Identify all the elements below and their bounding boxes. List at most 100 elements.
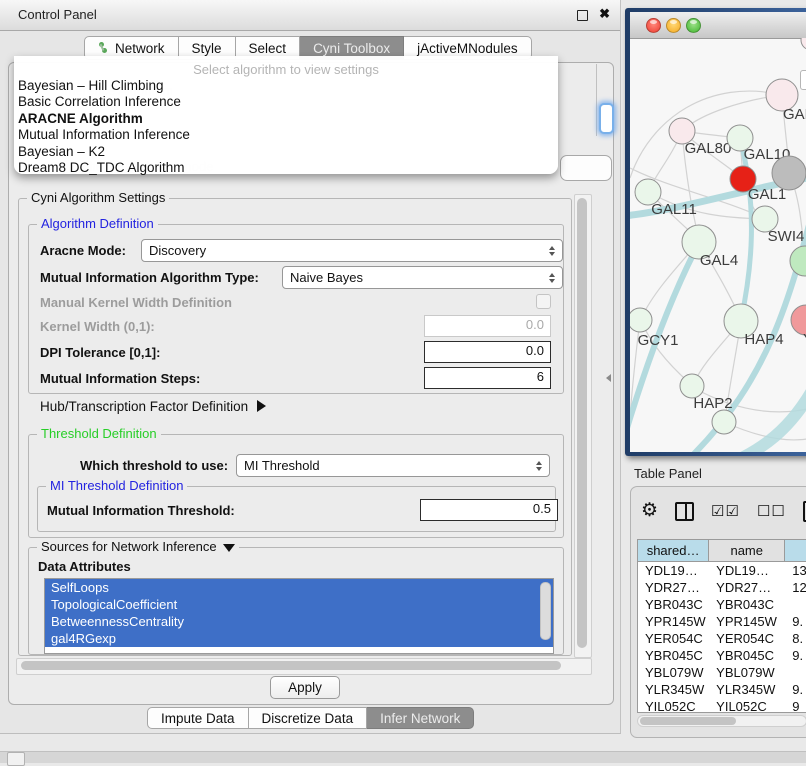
table-header-cell[interactable] <box>785 540 806 561</box>
hub-definition-toggle[interactable]: Hub/Transcription Factor Definition <box>40 399 266 414</box>
mi-type-label: Mutual Information Algorithm Type: <box>40 270 259 285</box>
tab-label: Network <box>115 41 165 56</box>
dpi-tolerance-label: DPI Tolerance [0,1]: <box>40 345 160 360</box>
dropdown-item[interactable]: ARACNE Algorithm <box>18 111 554 127</box>
table-row[interactable]: YBR043CYBR043C <box>638 596 806 613</box>
table-cell: YBL079W <box>638 664 709 681</box>
kernel-width-input[interactable]: 0.0 <box>424 315 551 337</box>
settings-horizontal-scrollbar[interactable] <box>16 658 592 675</box>
bottom-tab-discretize-data[interactable]: Discretize Data <box>249 707 368 729</box>
zoom-traffic-light-icon[interactable] <box>686 18 701 33</box>
network-node-label: GAL11 <box>651 201 697 218</box>
select-all-checkboxes-icon[interactable]: ☑☑ <box>711 502 740 520</box>
mi-type-value: Naive Bayes <box>290 270 363 285</box>
mi-type-select[interactable]: Naive Bayes <box>282 266 563 289</box>
table-cell: YBR045C <box>638 647 709 664</box>
hidden-combobox-fragment <box>560 155 612 181</box>
network-node[interactable] <box>801 38 806 50</box>
dropdown-item[interactable]: Bayesian – Hill Climbing <box>18 78 554 94</box>
mi-threshold-label: Mutual Information Threshold: <box>47 503 235 518</box>
table-row[interactable]: YPR145WYPR145W9. <box>638 613 806 630</box>
table-header-cell[interactable]: name <box>709 540 785 561</box>
network-node-label: GCY1 <box>638 332 679 349</box>
which-threshold-label: Which threshold to use: <box>80 458 228 473</box>
dropdown-item[interactable]: Bayesian – K2 <box>18 144 554 160</box>
table-row[interactable]: YLR345WYLR345W9. <box>638 681 806 698</box>
gear-icon[interactable]: ⚙ <box>641 501 658 521</box>
network-node[interactable] <box>790 246 806 276</box>
table-horizontal-thumb[interactable] <box>640 717 736 725</box>
list-scrollbar-thumb[interactable] <box>540 582 551 640</box>
attribute-list-item[interactable]: gal4RGexp <box>45 630 553 647</box>
dropdown-item-list: Bayesian – Hill ClimbingBasic Correlatio… <box>18 78 554 176</box>
sources-legend-label: Sources for Network Inference <box>41 539 217 554</box>
close-icon[interactable]: ✖ <box>599 6 610 22</box>
table-cell: YIL052C <box>638 698 709 713</box>
network-node-gcy1[interactable] <box>630 308 652 332</box>
network-node-label: HAP2 <box>693 395 732 412</box>
network-node[interactable] <box>712 410 736 434</box>
table-row[interactable]: YER054CYER054C8. <box>638 630 806 647</box>
mi-threshold-input[interactable]: 0.5 <box>420 499 558 521</box>
bottom-tab-label: Discretize Data <box>262 711 354 726</box>
minimize-traffic-light-icon[interactable] <box>666 18 681 33</box>
dropdown-item[interactable]: Basic Correlation Inference <box>18 94 554 110</box>
attribute-list-item[interactable]: BetweennessCentrality <box>45 613 553 630</box>
control-panel-window: Control Panel ✖ NetworkStyleSelectCyni T… <box>0 0 621 734</box>
table-header-row: shared…name <box>638 540 806 562</box>
network-node-label: GAL <box>783 106 806 123</box>
table-header-cell[interactable]: shared… <box>638 540 709 561</box>
which-threshold-select[interactable]: MI Threshold <box>236 454 550 477</box>
bottom-tab-infer-network[interactable]: Infer Network <box>367 707 474 729</box>
network-canvas[interactable]: GALGAL80GAL10GAL1GAL11SWI4GAL4GCY1HAP4YH… <box>630 38 806 452</box>
close-traffic-light-icon[interactable] <box>646 18 661 33</box>
table-cell: 9. <box>785 613 806 630</box>
aracne-mode-select[interactable]: Discovery <box>141 239 563 262</box>
hub-definition-label: Hub/Transcription Factor Definition <box>40 399 248 414</box>
mi-threshold-definition-legend: MI Threshold Definition <box>46 478 187 493</box>
settings-vertical-thumb[interactable] <box>577 198 587 648</box>
sources-legend[interactable]: Sources for Network Inference <box>37 539 239 554</box>
control-panel-title: Control Panel <box>18 7 97 22</box>
network-node[interactable] <box>772 156 806 190</box>
table-row[interactable]: YBL079WYBL079W <box>638 664 806 681</box>
network-window-titlebar[interactable] <box>630 12 806 39</box>
float-window-icon[interactable] <box>577 10 588 21</box>
network-node-label: GAL80 <box>685 140 732 157</box>
table-cell: YPR145W <box>638 613 709 630</box>
cyni-algorithm-settings-legend: Cyni Algorithm Settings <box>27 190 169 205</box>
table-row[interactable]: YDL19…YDL19…13 <box>638 562 806 579</box>
table-horizontal-scrollbar[interactable] <box>637 715 806 727</box>
columns-icon[interactable] <box>675 502 694 521</box>
attribute-list-item[interactable]: SelfLoops <box>45 579 553 596</box>
tab-label: jActiveMNodules <box>417 41 518 56</box>
hidden-groupbox-border <box>596 64 597 136</box>
deselect-all-checkboxes-icon[interactable]: ☐☐ <box>757 502 786 520</box>
settings-horizontal-thumb[interactable] <box>21 661 561 670</box>
dropdown-item[interactable]: Mutual Information Inference <box>18 127 554 143</box>
algorithm-dropdown-popup: Select algorithm to view settings Bayesi… <box>14 56 558 174</box>
panel-divider-collapse-icon[interactable] <box>606 374 611 382</box>
table-row[interactable]: YDR27…YDR27…12 <box>638 579 806 596</box>
corner-panel-icon[interactable] <box>7 752 25 766</box>
attribute-list-item[interactable]: TopologicalCoefficient <box>45 596 553 613</box>
combo-stepper-icon <box>536 461 542 471</box>
bottom-tab-label: Impute Data <box>161 711 235 726</box>
table-cell: YER054C <box>709 630 785 647</box>
table-panel: ⚙ ☑☑ ☐☐ shared…name YDL19…YDL19…13YDR27…… <box>630 486 806 738</box>
dpi-tolerance-input[interactable]: 0.0 <box>424 341 551 363</box>
table-row[interactable]: YBR045CYBR045C9. <box>638 647 806 664</box>
apply-button[interactable]: Apply <box>270 676 340 699</box>
combo-stepper-icon <box>549 273 555 283</box>
table-row[interactable]: YIL052CYIL052C9 <box>638 698 806 713</box>
data-attributes-list: SelfLoopsTopologicalCoefficientBetweenne… <box>44 578 554 654</box>
bottom-tab-impute-data[interactable]: Impute Data <box>147 707 249 729</box>
dropdown-item[interactable]: Dream8 DC_TDC Algorithm <box>18 160 554 176</box>
mi-steps-label: Mutual Information Steps: <box>40 371 200 386</box>
settings-vertical-scrollbar[interactable] <box>574 194 592 658</box>
tab-label: Cyni Toolbox <box>313 41 390 56</box>
bottom-tabbar: Impute Data Discretize Data Infer Network <box>147 707 474 729</box>
mi-steps-input[interactable]: 6 <box>424 367 551 389</box>
manual-kernel-width-checkbox[interactable] <box>536 294 551 309</box>
table-cell: YDR27… <box>709 579 785 596</box>
